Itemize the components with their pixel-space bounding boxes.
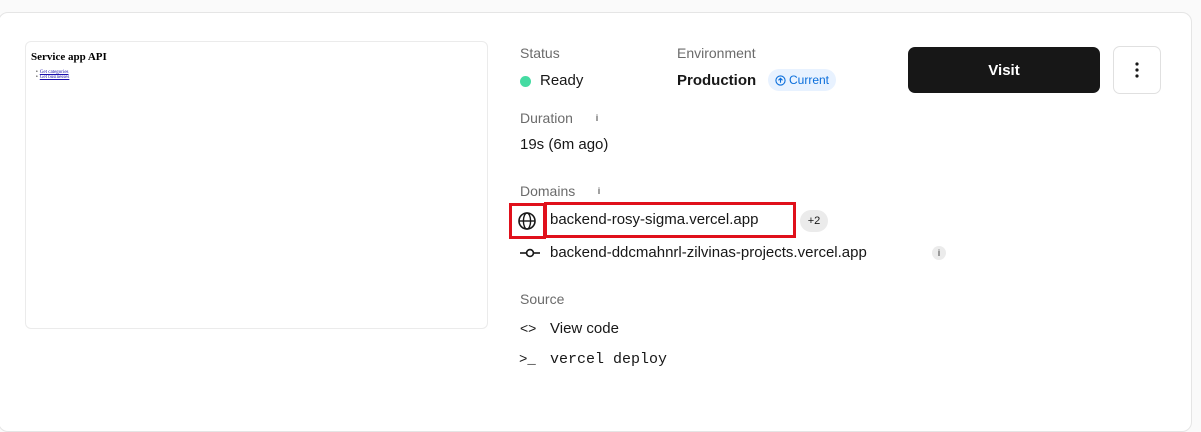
- vertical-ellipsis-icon: [1135, 62, 1139, 78]
- primary-domain-link[interactable]: backend-rosy-sigma.vercel.app: [550, 211, 758, 228]
- domains-label: Domains: [520, 183, 576, 199]
- globe-icon: [518, 212, 536, 230]
- view-code-link[interactable]: View code: [550, 320, 619, 337]
- environment-label: Environment: [677, 45, 756, 61]
- status-dot-icon: [520, 76, 531, 87]
- secondary-domain-info-icon[interactable]: i: [932, 246, 946, 260]
- current-badge-label: Current: [789, 73, 830, 87]
- more-options-button[interactable]: [1113, 46, 1161, 94]
- preview-links: Get categories Get businesses: [36, 70, 70, 80]
- visit-button[interactable]: Visit: [908, 47, 1100, 93]
- terminal-icon: >_: [519, 352, 536, 368]
- git-commit-icon: [520, 248, 540, 258]
- duration-info-icon[interactable]: i: [590, 111, 604, 125]
- deployment-preview[interactable]: Service app API Get categories Get busin…: [25, 41, 488, 329]
- preview-title: Service app API: [31, 51, 107, 63]
- duration-label: Duration: [520, 110, 573, 126]
- arrow-up-circle-icon: [775, 74, 786, 86]
- current-badge: Current: [768, 69, 837, 91]
- secondary-domain-link[interactable]: backend-ddcmahnrl-zilvinas-projects.verc…: [550, 244, 867, 261]
- duration-value: 19s (6m ago): [520, 136, 609, 153]
- domains-info-icon[interactable]: i: [592, 184, 606, 198]
- deploy-command: vercel deploy: [550, 351, 668, 368]
- preview-link-businesses: Get businesses: [36, 75, 70, 80]
- status-label: Status: [520, 45, 560, 61]
- extra-domains-badge[interactable]: +2: [800, 210, 828, 232]
- environment-value: Production: [677, 72, 757, 89]
- status-value: Ready: [540, 72, 584, 89]
- source-label: Source: [520, 291, 565, 307]
- code-icon: <>: [520, 320, 537, 336]
